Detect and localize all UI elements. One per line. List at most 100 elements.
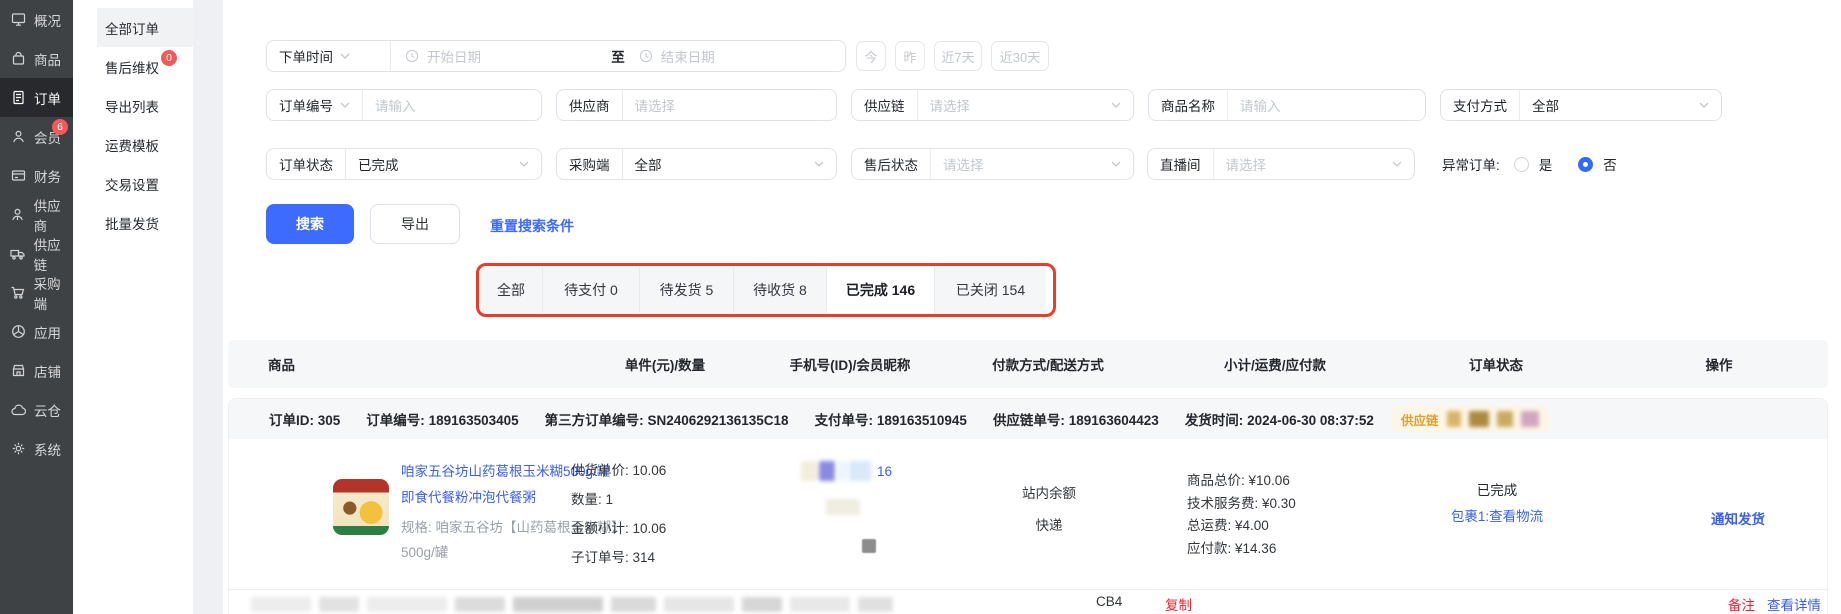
payment-method: 站内余额 xyxy=(969,483,1129,505)
sidebar-item-system[interactable]: 系统 xyxy=(0,429,73,468)
redacted-block xyxy=(1497,411,1513,427)
chevron-down-icon xyxy=(340,102,350,108)
remark-link[interactable]: 备注 xyxy=(1728,594,1755,614)
chevron-down-icon xyxy=(1392,161,1414,167)
sidebar-item-cloud-warehouse[interactable]: 云仓 xyxy=(0,390,73,429)
order-status-select[interactable]: 已完成 xyxy=(346,154,411,174)
tab-closed[interactable]: 已关闭 154 xyxy=(935,267,1046,313)
tab-pending-ship[interactable]: 待发货 5 xyxy=(640,267,734,313)
order-admin-app: 概况 商品 订单 会员 6 财务 供应商 供应链 采购端 xyxy=(0,0,1841,614)
order-no-filter[interactable]: 订单编号 请输入 xyxy=(266,89,542,121)
view-detail-link[interactable]: 查看详情 xyxy=(1767,594,1821,614)
abnormal-order-radio-group: 异常订单: 是 否 xyxy=(1442,148,1617,180)
member-id-link[interactable]: 16 xyxy=(877,464,892,479)
start-date-input[interactable]: 开始日期 xyxy=(391,46,611,66)
after-sales-status-filter[interactable]: 售后状态 请选择 xyxy=(851,148,1134,180)
live-room-select[interactable]: 请选择 xyxy=(1214,154,1279,174)
end-date-input[interactable]: 结束日期 xyxy=(625,46,845,66)
orders-submenu: 全部订单 售后维权 0 导出列表 运费模板 交易设置 批量发货 xyxy=(73,0,193,614)
shop-icon xyxy=(10,363,26,378)
after-sales-count-badge: 0 xyxy=(161,50,177,66)
amounts-cell: 商品总价: ¥10.06 技术服务费: ¥0.30 总运费: ¥4.00 应付款… xyxy=(1187,470,1296,560)
sidebar-item-shop[interactable]: 店铺 xyxy=(0,351,73,390)
col-amounts: 小计/运费/应付款 xyxy=(1195,340,1355,388)
chevron-down-icon xyxy=(1111,161,1133,167)
amount-payable: 应付款: ¥14.36 xyxy=(1187,538,1296,561)
supply-chain-filter[interactable]: 供应链 请选择 xyxy=(851,89,1134,121)
quick-today-button[interactable]: 今 xyxy=(856,41,886,71)
quantity: 数量: 1 xyxy=(571,485,751,514)
abnormal-no-radio[interactable] xyxy=(1578,157,1593,172)
sidebar-item-orders[interactable]: 订单 xyxy=(0,78,73,117)
quick-7days-button[interactable]: 近7天 xyxy=(934,41,982,71)
tab-pending-receive[interactable]: 待收货 8 xyxy=(734,267,827,313)
live-room-filter[interactable]: 直播间 请选择 xyxy=(1147,148,1415,180)
chevron-down-icon xyxy=(1699,102,1721,108)
submenu-item-all-orders[interactable]: 全部订单 xyxy=(73,8,193,47)
reset-filters-link[interactable]: 重置搜索条件 xyxy=(490,216,574,236)
order-no-input[interactable]: 请输入 xyxy=(363,95,428,115)
tab-completed[interactable]: 已完成 146 xyxy=(827,267,935,313)
apps-icon xyxy=(10,324,26,339)
submenu-item-after-sales[interactable]: 售后维权 0 xyxy=(73,47,193,86)
product-name-input[interactable]: 请输入 xyxy=(1228,95,1293,115)
col-member: 手机号(ID)/会员昵称 xyxy=(770,340,930,388)
sidebar-item-label: 供应链 xyxy=(34,234,73,274)
after-sales-status-select[interactable]: 请选择 xyxy=(931,154,996,174)
sidebar-item-overview[interactable]: 概况 xyxy=(0,0,73,39)
product-image[interactable] xyxy=(333,479,389,535)
procurement-icon xyxy=(10,285,26,300)
submenu-item-freight-template[interactable]: 运费模板 xyxy=(73,125,193,164)
pay-method-select[interactable]: 全部 xyxy=(1520,95,1571,115)
notify-ship-link[interactable]: 通知发货 xyxy=(1658,509,1818,531)
sub-order-number: 子订单号: 314 xyxy=(571,543,751,572)
address-code: CB4 xyxy=(1096,594,1122,609)
submenu-item-export-list[interactable]: 导出列表 xyxy=(73,86,193,125)
submenu-item-batch-ship[interactable]: 批量发货 xyxy=(73,203,193,242)
payment-number: 支付单号: 189163510945 xyxy=(815,409,967,429)
sidebar-item-apps[interactable]: 应用 xyxy=(0,312,73,351)
redacted-block xyxy=(849,461,871,481)
copy-link[interactable]: 复制 xyxy=(1165,594,1192,614)
product-name-filter[interactable]: 商品名称 请输入 xyxy=(1148,89,1426,121)
supply-chain-icon xyxy=(10,246,26,261)
supplier-select[interactable]: 请选择 xyxy=(623,95,688,115)
sidebar-item-procurement[interactable]: 采购端 xyxy=(0,273,73,312)
order-status-filter[interactable]: 订单状态 已完成 xyxy=(266,148,542,180)
col-payment: 付款方式/配送方式 xyxy=(968,340,1128,388)
divider xyxy=(229,589,1827,590)
sidebar-item-supplier[interactable]: 供应商 xyxy=(0,195,73,234)
search-button[interactable]: 搜索 xyxy=(266,204,354,244)
submenu-item-trade-settings[interactable]: 交易设置 xyxy=(73,164,193,203)
tab-pending-payment[interactable]: 待支付 0 xyxy=(543,267,640,313)
sidebar-item-members[interactable]: 会员 6 xyxy=(0,117,73,156)
supply-chain-select[interactable]: 请选择 xyxy=(918,95,983,115)
procurement-select[interactable]: 全部 xyxy=(623,154,674,174)
quick-30days-button[interactable]: 近30天 xyxy=(991,41,1049,71)
tab-all[interactable]: 全部 xyxy=(480,267,543,313)
sidebar-item-products[interactable]: 商品 xyxy=(0,39,73,78)
supplier-filter[interactable]: 供应商 请选择 xyxy=(556,89,837,121)
package-logistics-link[interactable]: 包裹1:查看物流 xyxy=(1447,503,1547,530)
redacted-block xyxy=(1521,411,1539,427)
order-time-range-filter[interactable]: 下单时间 开始日期 至 结束日期 xyxy=(266,40,846,72)
abnormal-order-label: 异常订单: xyxy=(1442,154,1500,174)
col-status: 订单状态 xyxy=(1416,340,1576,388)
total-freight: 总运费: ¥4.00 xyxy=(1187,515,1296,538)
submenu-item-label: 售后维权 xyxy=(105,57,159,77)
date-type-select[interactable]: 下单时间 xyxy=(279,46,333,66)
supplier-icon xyxy=(10,207,26,222)
sidebar-item-finance[interactable]: 财务 xyxy=(0,156,73,195)
order-status-text: 已完成 xyxy=(1417,479,1577,499)
procurement-filter[interactable]: 采购端 全部 xyxy=(556,148,837,180)
pay-method-filter[interactable]: 支付方式 全部 xyxy=(1440,89,1722,121)
quick-yesterday-button[interactable]: 昨 xyxy=(895,41,925,71)
abnormal-yes-radio[interactable] xyxy=(1514,157,1529,172)
submenu-item-label: 运费模板 xyxy=(105,135,159,155)
sidebar-item-supply-chain[interactable]: 供应链 xyxy=(0,234,73,273)
primary-sidebar: 概况 商品 订单 会员 6 财务 供应商 供应链 采购端 xyxy=(0,0,73,614)
col-product: 商品 xyxy=(268,340,295,388)
finance-icon xyxy=(10,168,26,183)
export-button[interactable]: 导出 xyxy=(370,204,460,244)
redacted-block xyxy=(819,461,835,481)
